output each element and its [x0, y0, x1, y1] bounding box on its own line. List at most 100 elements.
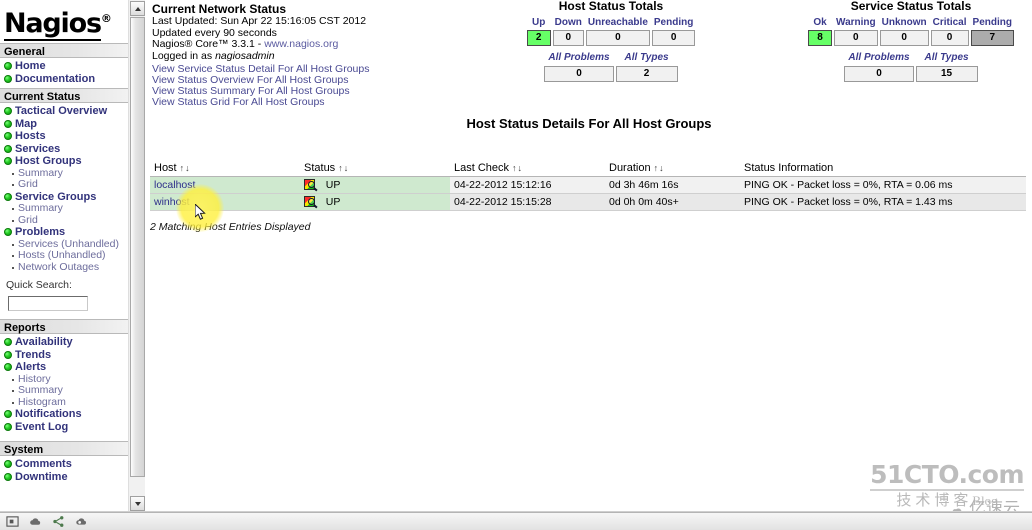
- sidebar-sublink-summary[interactable]: Summary: [18, 384, 63, 397]
- scroll-down-button[interactable]: [130, 496, 145, 511]
- column-header-status[interactable]: Status ↑↓: [300, 161, 450, 177]
- sidebar-link-alerts[interactable]: Alerts: [15, 361, 46, 374]
- sidebar-link-downtime[interactable]: Downtime: [15, 471, 68, 484]
- service-summary-all-problems[interactable]: 0: [844, 66, 914, 82]
- sidebar-link-services[interactable]: Services: [15, 143, 60, 156]
- sidebar-scrollbar[interactable]: [128, 0, 145, 512]
- nagios-website-link[interactable]: www.nagios.org: [264, 38, 338, 50]
- host-total-unreachable[interactable]: 0: [585, 30, 650, 46]
- sidebar-sublink-grid[interactable]: Grid: [18, 178, 38, 191]
- sidebar-item-alerts[interactable]: Alerts: [0, 361, 128, 374]
- sidebar-item-host-groups[interactable]: Host Groups: [0, 155, 128, 168]
- sidebar-item-comments[interactable]: Comments: [0, 458, 128, 471]
- column-header-host[interactable]: Host ↑↓: [150, 161, 300, 177]
- host-summary-header-all-problems: All Problems: [548, 52, 610, 63]
- sidebar-link-tactical-overview[interactable]: Tactical Overview: [15, 105, 107, 118]
- service-totals-summary-table: All Problems All Types 0 15: [842, 48, 979, 84]
- table-row[interactable]: localhost UP 04-22-2012 15:12:16 0d 3h 4…: [150, 176, 1026, 195]
- host-link-localhost[interactable]: localhost: [154, 179, 195, 191]
- sidebar-link-host-groups[interactable]: Host Groups: [15, 155, 82, 168]
- weather-cloud-icon[interactable]: [75, 515, 88, 528]
- sidebar-item-trends[interactable]: Trends: [0, 349, 128, 362]
- sidebar-link-hosts[interactable]: Hosts: [15, 130, 46, 143]
- host-total-up[interactable]: 2: [526, 30, 551, 46]
- sidebar-item-map[interactable]: Map: [0, 118, 128, 131]
- cell-duration: 0d 3h 46m 16s: [605, 176, 740, 195]
- cell-host[interactable]: localhost: [150, 176, 300, 195]
- sidebar-sublink-network-outages[interactable]: Network Outages: [18, 261, 99, 274]
- service-summary-all-types[interactable]: 15: [915, 66, 978, 82]
- sidebar-subitem-hosts-unhandled[interactable]: Hosts (Unhandled): [12, 249, 128, 262]
- registered-trademark-icon: ®: [100, 12, 112, 25]
- cell-status-information: PING OK - Packet loss = 0%, RTA = 0.06 m…: [740, 176, 1026, 195]
- sidebar-link-map[interactable]: Map: [15, 118, 37, 131]
- sidebar-link-availability[interactable]: Availability: [15, 336, 73, 349]
- service-total-warning[interactable]: 0: [834, 30, 878, 46]
- nagios-logo[interactable]: Nagios®: [0, 0, 128, 41]
- sidebar-item-home[interactable]: Home: [0, 60, 128, 73]
- sidebar-sublink-hosts-unhandled[interactable]: Hosts (Unhandled): [18, 249, 106, 262]
- cell-last-check: 04-22-2012 15:15:28: [450, 193, 605, 212]
- sidebar-subitem-servicegroups-summary[interactable]: Summary: [12, 202, 128, 215]
- sidebar-link-problems[interactable]: Problems: [15, 226, 65, 239]
- sidebar-item-availability[interactable]: Availability: [0, 336, 128, 349]
- host-detail-magnifier-icon[interactable]: [304, 196, 318, 209]
- sidebar-item-documentation[interactable]: Documentation: [0, 73, 128, 86]
- sort-arrows-icon[interactable]: ↑↓: [512, 163, 523, 173]
- sidebar-subitem-servicegroups-grid[interactable]: Grid: [12, 214, 128, 227]
- column-header-duration[interactable]: Duration ↑↓: [605, 161, 740, 177]
- service-totals-table: Ok Warning Unknown Critical Pending 8 0 …: [806, 15, 1016, 48]
- sidebar-subitem-network-outages[interactable]: Network Outages: [12, 261, 128, 274]
- sidebar-sublink-summary[interactable]: Summary: [18, 202, 63, 215]
- service-total-unknown[interactable]: 0: [879, 30, 929, 46]
- bullet-square-icon: [12, 243, 14, 246]
- scrollbar-thumb[interactable]: [130, 17, 145, 477]
- cell-host[interactable]: winhost: [150, 193, 300, 212]
- column-header-last-check[interactable]: Last Check ↑↓: [450, 161, 605, 177]
- status-text: UP: [325, 179, 341, 191]
- sidebar-item-event-log[interactable]: Event Log: [0, 421, 128, 434]
- sidebar-sublink-histogram[interactable]: Histogram: [18, 396, 66, 409]
- sort-arrows-icon[interactable]: ↑↓: [180, 163, 191, 173]
- sidebar-subitem-alerts-summary[interactable]: Summary: [12, 384, 128, 397]
- service-total-pending[interactable]: 7: [970, 30, 1014, 46]
- sidebar-link-home[interactable]: Home: [15, 60, 46, 73]
- sidebar-item-tactical-overview[interactable]: Tactical Overview: [0, 105, 128, 118]
- sidebar-link-event-log[interactable]: Event Log: [15, 421, 68, 434]
- host-summary-all-problems[interactable]: 0: [544, 66, 614, 82]
- sort-arrows-icon[interactable]: ↑↓: [338, 163, 349, 173]
- cloud-icon[interactable]: [29, 515, 42, 528]
- quick-search-input[interactable]: [8, 296, 88, 311]
- sidebar-subitem-alerts-histogram[interactable]: Histogram: [12, 396, 128, 409]
- bullet-square-icon: [12, 390, 14, 392]
- view-links-group: View Service Status Detail For All Host …: [152, 64, 369, 108]
- host-total-down[interactable]: 0: [552, 30, 584, 46]
- sidebar-link-notifications[interactable]: Notifications: [15, 408, 82, 421]
- host-summary-all-types[interactable]: 2: [615, 66, 678, 82]
- host-total-pending[interactable]: 0: [651, 30, 696, 46]
- sidebar-item-notifications[interactable]: Notifications: [0, 408, 128, 421]
- bullet-square-icon: [12, 184, 14, 186]
- sidebar-subitem-hostgroups-grid[interactable]: Grid: [12, 178, 128, 191]
- sidebar-item-problems[interactable]: Problems: [0, 226, 128, 239]
- sidebar-link-documentation[interactable]: Documentation: [15, 73, 95, 86]
- link-view-status-grid[interactable]: View Status Grid For All Host Groups: [152, 97, 369, 108]
- sidebar-link-trends[interactable]: Trends: [15, 349, 51, 362]
- host-link-winhost[interactable]: winhost: [154, 196, 190, 208]
- sidebar-subnav-host-groups: Summary Grid: [0, 167, 128, 191]
- sidebar-link-comments[interactable]: Comments: [15, 458, 72, 471]
- sidebar-item-hosts[interactable]: Hosts: [0, 130, 128, 143]
- share-network-icon[interactable]: [52, 515, 65, 528]
- host-detail-magnifier-icon[interactable]: [304, 179, 318, 192]
- window-icon[interactable]: [6, 515, 19, 528]
- sidebar-section-general: General: [0, 43, 128, 58]
- service-total-ok[interactable]: 8: [808, 30, 832, 46]
- scroll-up-button[interactable]: [130, 1, 145, 16]
- sort-arrows-icon[interactable]: ↑↓: [654, 163, 665, 173]
- sidebar-item-downtime[interactable]: Downtime: [0, 471, 128, 484]
- service-total-critical[interactable]: 0: [930, 30, 969, 46]
- sidebar-item-services[interactable]: Services: [0, 143, 128, 156]
- green-dot-icon: [4, 363, 12, 371]
- table-row[interactable]: winhost UP 04-22-2012 15:15:28 0d 0h 0m …: [150, 193, 1026, 212]
- sidebar-sublink-grid[interactable]: Grid: [18, 214, 38, 227]
